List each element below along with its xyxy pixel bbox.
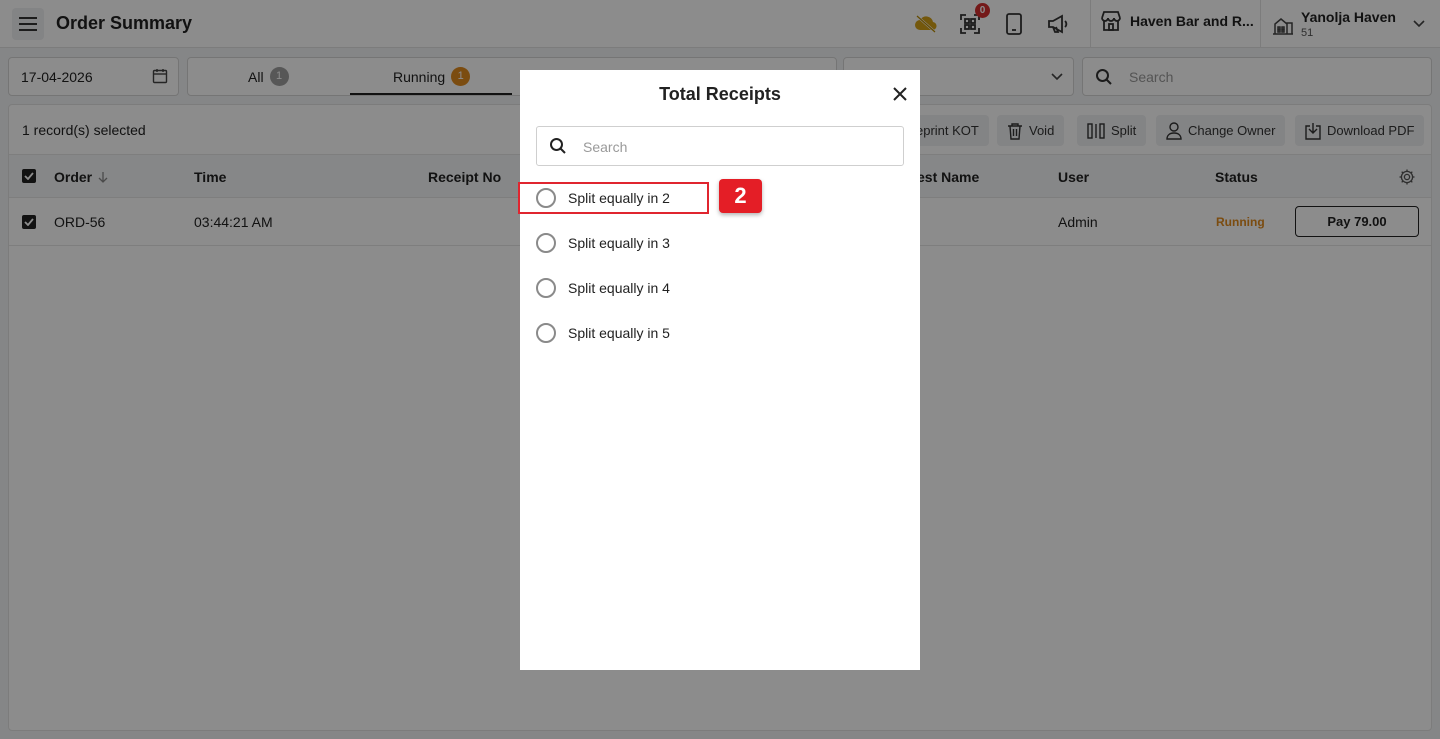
receipt-search	[536, 126, 904, 166]
total-receipts-dialog: Total Receipts Split equally in 2 Split …	[520, 70, 920, 670]
split-option-5[interactable]: Split equally in 5	[536, 318, 836, 348]
close-button[interactable]	[890, 84, 910, 104]
split-option-4[interactable]: Split equally in 4	[536, 273, 836, 303]
radio-button[interactable]	[536, 323, 556, 343]
option-label: Split equally in 3	[568, 235, 670, 251]
search-icon	[550, 138, 566, 154]
close-icon	[893, 87, 907, 101]
split-option-3[interactable]: Split equally in 3	[536, 228, 836, 258]
option-label: Split equally in 4	[568, 280, 670, 296]
dialog-title: Total Receipts	[659, 84, 781, 104]
receipt-search-input[interactable]	[583, 137, 883, 157]
step-number-badge: 2	[719, 179, 762, 213]
highlight-box	[518, 182, 709, 214]
radio-button[interactable]	[536, 233, 556, 253]
option-label: Split equally in 5	[568, 325, 670, 341]
radio-button[interactable]	[536, 278, 556, 298]
